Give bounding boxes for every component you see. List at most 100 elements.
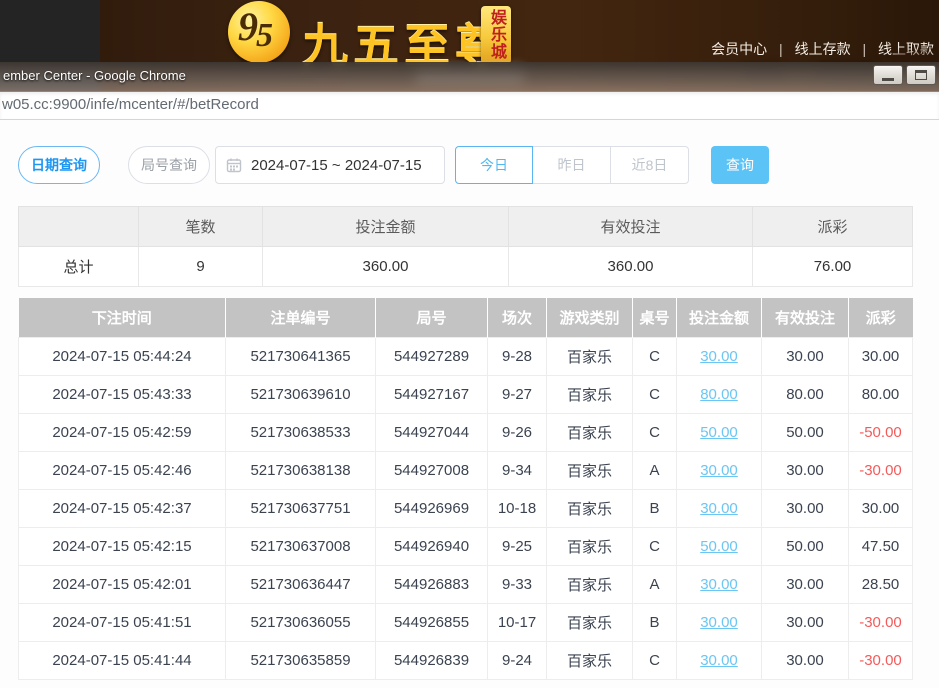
minimize-button[interactable] <box>873 65 903 85</box>
order-number: 521730639610 <box>226 375 376 413</box>
table-number: C <box>633 641 677 679</box>
summary-valid-bet: 360.00 <box>509 247 753 287</box>
game-type: 百家乐 <box>547 603 633 641</box>
summary-table: 笔数 投注金额 有效投注 派彩 总计 9 360.00 360.00 76.00 <box>18 206 913 287</box>
address-bar[interactable]: w05.cc:9900/infe/mcenter/#/betRecord <box>0 92 939 120</box>
session: 9-25 <box>488 527 547 565</box>
game-type: 百家乐 <box>547 565 633 603</box>
payout: -30.00 <box>849 451 913 489</box>
maximize-icon <box>915 70 927 80</box>
bet-time: 2024-07-15 05:42:01 <box>19 565 226 603</box>
bet-amount-link[interactable]: 50.00 <box>700 538 738 555</box>
summary-total-label: 总计 <box>19 247 139 287</box>
maximize-button[interactable] <box>906 65 936 85</box>
th-order-number: 注单编号 <box>226 298 376 337</box>
game-type: 百家乐 <box>547 413 633 451</box>
bet-amount-link[interactable]: 50.00 <box>700 424 738 441</box>
th-round-number: 局号 <box>376 298 488 337</box>
payout: 80.00 <box>849 375 913 413</box>
bet-amount-link[interactable]: 30.00 <box>700 576 738 593</box>
table-row: 2024-07-15 05:41:44 521730635859 5449268… <box>19 641 913 679</box>
window-titlebar[interactable]: ember Center - Google Chrome <box>0 62 939 92</box>
table-row: 2024-07-15 05:44:24 521730641365 5449272… <box>19 337 913 375</box>
session: 10-17 <box>488 603 547 641</box>
date-range-input[interactable]: 2024-07-15 ~ 2024-07-15 <box>215 146 445 184</box>
round-number: 544927044 <box>376 413 488 451</box>
calendar-icon <box>226 157 242 173</box>
url-text: w05.cc:9900/infe/mcenter/#/betRecord <box>2 96 259 113</box>
bet-amount-link[interactable]: 30.00 <box>700 500 738 517</box>
round-number: 544926855 <box>376 603 488 641</box>
valid-bet: 30.00 <box>762 451 849 489</box>
window-controls <box>873 65 936 85</box>
round-number: 544927289 <box>376 337 488 375</box>
round-number: 544927008 <box>376 451 488 489</box>
last8days-button[interactable]: 近8日 <box>611 146 689 184</box>
nav-separator: | <box>779 41 783 57</box>
round-number: 544926883 <box>376 565 488 603</box>
round-number: 544926969 <box>376 489 488 527</box>
bet-time: 2024-07-15 05:43:33 <box>19 375 226 413</box>
summary-payout: 76.00 <box>753 247 913 287</box>
today-button[interactable]: 今日 <box>455 146 533 184</box>
search-button[interactable]: 查询 <box>711 146 769 184</box>
order-number: 521730637751 <box>226 489 376 527</box>
order-number: 521730641365 <box>226 337 376 375</box>
summary-count: 9 <box>139 247 263 287</box>
valid-bet: 30.00 <box>762 337 849 375</box>
bet-time: 2024-07-15 05:42:37 <box>19 489 226 527</box>
valid-bet: 30.00 <box>762 641 849 679</box>
screen: 9 5 九五至尊 娱乐城 会员中心 | 线上存款 | 线上取款 ember Ce… <box>0 0 939 688</box>
payout: 47.50 <box>849 527 913 565</box>
order-number: 521730638138 <box>226 451 376 489</box>
session: 9-27 <box>488 375 547 413</box>
table-row: 2024-07-15 05:42:01 521730636447 5449268… <box>19 565 913 603</box>
th-valid-bet: 有效投注 <box>762 298 849 337</box>
logo-95-digits: 9 5 <box>228 1 290 63</box>
payout: -50.00 <box>849 413 913 451</box>
game-type: 百家乐 <box>547 451 633 489</box>
game-type: 百家乐 <box>547 337 633 375</box>
table-number: C <box>633 337 677 375</box>
date-query-tab[interactable]: 日期查询 <box>18 146 100 184</box>
th-session: 场次 <box>488 298 547 337</box>
table-number: B <box>633 489 677 527</box>
window-title: ember Center - Google Chrome <box>3 68 186 83</box>
session: 9-24 <box>488 641 547 679</box>
bet-amount-link[interactable]: 30.00 <box>700 614 738 631</box>
session: 9-28 <box>488 337 547 375</box>
payout: -30.00 <box>849 641 913 679</box>
th-payout: 派彩 <box>849 298 913 337</box>
table-number: C <box>633 375 677 413</box>
casino-logo-badge: 娱乐城 <box>481 6 511 64</box>
valid-bet: 80.00 <box>762 375 849 413</box>
nav-online-deposit[interactable]: 线上存款 <box>795 41 851 57</box>
bet-record-table: 下注时间 注单编号 局号 场次 游戏类别 桌号 投注金额 有效投注 派彩 202… <box>18 298 913 680</box>
round-number: 544926839 <box>376 641 488 679</box>
bet-time: 2024-07-15 05:42:46 <box>19 451 226 489</box>
session: 9-26 <box>488 413 547 451</box>
bet-time: 2024-07-15 05:41:51 <box>19 603 226 641</box>
bet-amount-link[interactable]: 30.00 <box>700 652 738 669</box>
session: 9-33 <box>488 565 547 603</box>
bet-amount-link[interactable]: 30.00 <box>700 462 738 479</box>
valid-bet: 30.00 <box>762 565 849 603</box>
game-type: 百家乐 <box>547 641 633 679</box>
bet-amount-link[interactable]: 30.00 <box>700 348 738 365</box>
bet-amount-link[interactable]: 80.00 <box>700 386 738 403</box>
bet-table-header-row: 下注时间 注单编号 局号 场次 游戏类别 桌号 投注金额 有效投注 派彩 <box>19 298 913 337</box>
summary-header-row: 笔数 投注金额 有效投注 派彩 <box>19 207 913 247</box>
session: 9-34 <box>488 451 547 489</box>
table-row: 2024-07-15 05:42:46 521730638138 5449270… <box>19 451 913 489</box>
yesterday-button[interactable]: 昨日 <box>533 146 611 184</box>
round-query-tab[interactable]: 局号查询 <box>128 146 210 184</box>
nav-member-center[interactable]: 会员中心 <box>711 41 767 57</box>
game-type: 百家乐 <box>547 489 633 527</box>
table-number: C <box>633 413 677 451</box>
game-type: 百家乐 <box>547 375 633 413</box>
quick-range-group: 今日 昨日 近8日 <box>455 146 689 184</box>
table-number: C <box>633 527 677 565</box>
table-row: 2024-07-15 05:42:15 521730637008 5449269… <box>19 527 913 565</box>
table-number: A <box>633 565 677 603</box>
bet-time: 2024-07-15 05:41:44 <box>19 641 226 679</box>
